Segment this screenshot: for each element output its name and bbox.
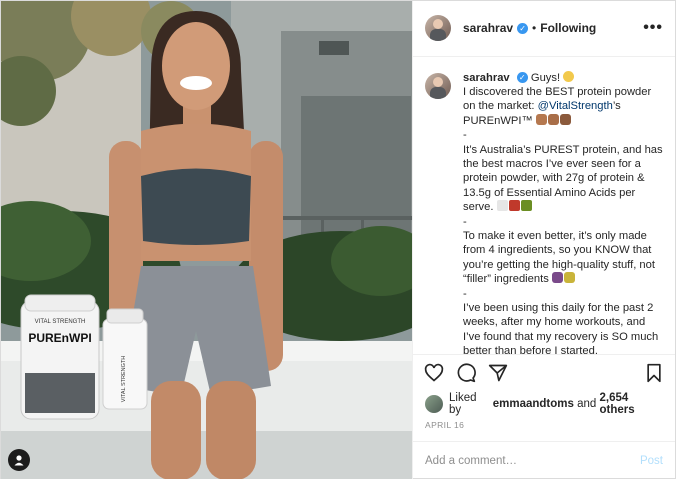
pointing-emoji-icon bbox=[563, 272, 575, 284]
shocked-face-emoji-icon bbox=[563, 70, 575, 82]
milk-glass-emoji-icon bbox=[496, 200, 508, 212]
comment-bubble-icon[interactable] bbox=[455, 362, 477, 384]
plant-emoji-icon bbox=[520, 200, 532, 212]
paper-plane-icon[interactable] bbox=[487, 362, 509, 384]
photo-scene: VITAL STRENGTH PUREnWPI VITAL STRENGTH bbox=[1, 1, 412, 479]
likes-prefix: Liked by bbox=[449, 391, 477, 416]
likes-count-link[interactable]: 2,654 others bbox=[600, 392, 664, 416]
liker-avatar[interactable] bbox=[425, 394, 443, 413]
heart-icon[interactable] bbox=[423, 362, 445, 384]
raised-fist-emoji-icon bbox=[559, 113, 571, 125]
caption-separator-3: - bbox=[463, 287, 467, 300]
post-photo[interactable]: VITAL STRENGTH PUREnWPI VITAL STRENGTH bbox=[1, 1, 412, 479]
likes-middle: and bbox=[577, 397, 597, 410]
post-date[interactable]: APRIL 16 bbox=[413, 416, 675, 442]
shaker-brand-text: VITAL STRENGTH bbox=[121, 356, 127, 402]
caption-section: sarahrav ✓ Guys! I discovered the BEST p… bbox=[413, 57, 675, 354]
tub-brand-text: VITAL STRENGTH bbox=[35, 319, 86, 325]
bookmark-icon[interactable] bbox=[643, 362, 665, 384]
author-avatar[interactable] bbox=[425, 15, 451, 42]
caption-product-suffix: nWPI™ bbox=[494, 114, 533, 127]
caption-paragraph-2: It’s Australia’s PUREST protein, and has… bbox=[463, 143, 663, 214]
caption-separator-1: - bbox=[463, 129, 467, 142]
comment-box: Post bbox=[413, 441, 675, 479]
person-tag-icon[interactable] bbox=[8, 449, 30, 471]
folded-hands-emoji-icon bbox=[547, 113, 559, 125]
header-separator: • bbox=[532, 21, 537, 36]
tub-product-text: PUREnWPI bbox=[28, 331, 91, 345]
verified-badge-icon: ✓ bbox=[517, 22, 529, 34]
liker-username[interactable]: emmaandtoms bbox=[493, 398, 574, 410]
comment-input[interactable] bbox=[425, 455, 640, 468]
following-button[interactable]: Following bbox=[540, 21, 596, 35]
action-bar bbox=[413, 353, 675, 392]
verified-badge-icon: ✓ bbox=[516, 72, 528, 84]
post-sidebar: sarahrav ✓ • Following ••• sarahrav ✓ Gu… bbox=[412, 1, 675, 479]
red-bottle-emoji-icon bbox=[508, 200, 520, 212]
flexed-biceps-emoji-icon bbox=[535, 113, 547, 125]
more-options-icon[interactable]: ••• bbox=[643, 19, 663, 37]
caption-line-1: Guys! bbox=[530, 71, 561, 84]
post-header: sarahrav ✓ • Following ••• bbox=[413, 1, 675, 57]
caption-username[interactable]: sarahrav bbox=[463, 72, 510, 84]
caption-author-avatar[interactable] bbox=[425, 72, 451, 99]
author-username[interactable]: sarahrav bbox=[463, 21, 513, 35]
person-shrugging-emoji-icon bbox=[551, 272, 563, 284]
caption-text: sarahrav ✓ Guys! I discovered the BEST p… bbox=[463, 70, 663, 354]
mention-link[interactable]: @VitalStrength bbox=[538, 100, 613, 112]
caption-paragraph-4: I’ve been using this daily for the past … bbox=[463, 302, 659, 354]
instagram-post: VITAL STRENGTH PUREnWPI VITAL STRENGTH s… bbox=[0, 0, 676, 479]
caption-separator-2: - bbox=[463, 215, 467, 228]
likes-row: Liked by emmaandtoms and 2,654 others bbox=[413, 392, 675, 416]
post-comment-button[interactable]: Post bbox=[640, 455, 663, 467]
